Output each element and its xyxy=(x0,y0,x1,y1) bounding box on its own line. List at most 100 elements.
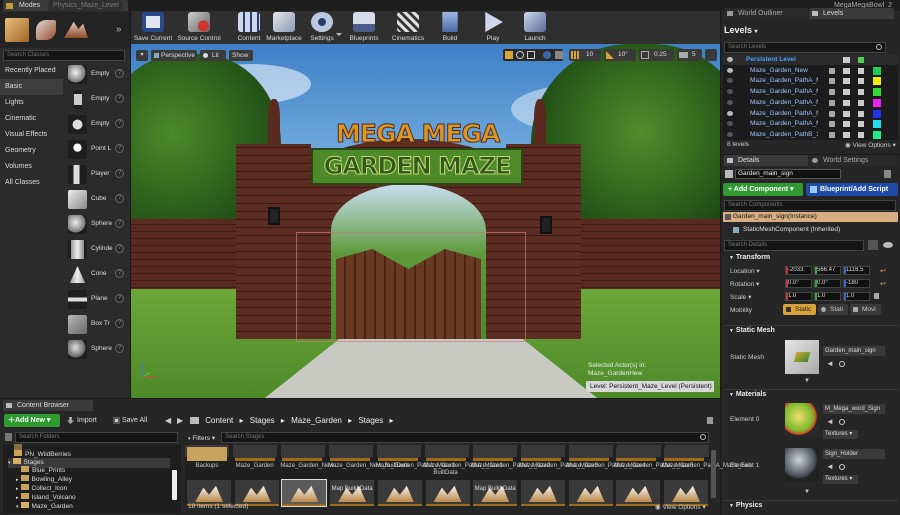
help-icon[interactable]: ? xyxy=(115,219,124,228)
lock-icon[interactable] xyxy=(829,67,835,74)
property-matrix-icon[interactable] xyxy=(868,240,878,250)
save-level-icon[interactable] xyxy=(843,131,850,138)
place-item-empty-pawn[interactable]: Empty? xyxy=(68,113,126,137)
help-icon[interactable]: ? xyxy=(115,119,124,128)
scale-x-field[interactable]: 1.0 xyxy=(785,292,812,301)
search-levels-input[interactable]: Search Levels xyxy=(724,42,886,53)
edit-level-icon[interactable] xyxy=(858,57,864,63)
location-dropdown[interactable]: Location ▾ xyxy=(730,267,760,275)
visibility-eye-icon[interactable] xyxy=(727,67,733,73)
asset-tile[interactable]: Maze_Garden_PathA_Maze_Exit xyxy=(662,447,751,470)
play-button[interactable]: Play xyxy=(471,12,515,46)
source-control-button[interactable]: Source Control xyxy=(177,12,221,46)
visibility-eye-icon[interactable] xyxy=(727,89,733,95)
level-color-swatch[interactable] xyxy=(873,130,881,139)
tab-world-settings[interactable]: World Settings xyxy=(809,155,897,166)
scale-tool-icon[interactable] xyxy=(527,51,535,59)
component-instance-row[interactable]: Garden_main_sign(Instance) xyxy=(723,212,898,222)
level-viewport[interactable]: MEGA MEGA GARDEN MAZE xyxy=(131,44,720,398)
place-item-box-trigger[interactable]: Box Tr? xyxy=(68,313,126,337)
reset-rotation-icon[interactable]: ↩ xyxy=(880,280,886,288)
transform-section-header[interactable]: ▼ Transform xyxy=(723,253,898,263)
physics-section-header[interactable]: ▼ Physics xyxy=(723,500,898,510)
visibility-eye-icon[interactable] xyxy=(727,99,733,105)
asset-tile[interactable]: Maze_Garden_PathA_Maze1 xyxy=(376,447,455,470)
help-icon[interactable]: ? xyxy=(115,319,124,328)
scale-y-field[interactable]: 1.0 xyxy=(814,292,841,301)
asset-tile[interactable] xyxy=(520,480,565,506)
rotate-tool-icon[interactable] xyxy=(516,51,524,59)
asset-tile[interactable]: Map Build Data xyxy=(473,480,518,506)
lock-icon[interactable] xyxy=(829,89,835,96)
history-back-icon[interactable]: ◀ xyxy=(165,416,171,425)
place-item-empty-actor[interactable]: Empty? xyxy=(68,63,126,87)
tab-world-outliner[interactable]: World Outliner xyxy=(724,8,808,19)
visibility-eye-icon[interactable] xyxy=(727,57,733,62)
element1-thumbnail[interactable] xyxy=(785,448,819,482)
mobility-movable-button[interactable]: Movi xyxy=(850,304,881,315)
rotation-z-field[interactable]: -180 xyxy=(843,279,870,288)
details-eye-icon[interactable] xyxy=(883,242,893,248)
asset-tile[interactable] xyxy=(616,480,661,506)
viewport-options-arrow[interactable]: ▾ xyxy=(136,50,148,61)
lock-icon[interactable] xyxy=(829,131,835,138)
asset-tile[interactable] xyxy=(377,480,422,506)
asset-tile[interactable]: Map Build Data xyxy=(330,480,375,506)
mobility-stationary-button[interactable]: Stati xyxy=(818,304,848,315)
lit-button[interactable]: Lit xyxy=(200,50,226,61)
level-row[interactable]: Maze_Garden_PathA_M xyxy=(724,76,896,87)
save-level-icon[interactable] xyxy=(843,121,850,128)
show-button[interactable]: Show xyxy=(229,50,253,61)
search-folders-input[interactable]: Search Folders xyxy=(15,432,178,443)
help-icon[interactable]: ? xyxy=(115,344,124,353)
camera-speed-button[interactable]: 5 xyxy=(677,49,702,61)
help-icon[interactable]: ? xyxy=(115,94,124,103)
translate-tool-icon[interactable] xyxy=(505,51,513,59)
materials-section-header[interactable]: ▼ Materials xyxy=(723,389,898,399)
asset-tile[interactable]: Maze_Garden_PathA_Maze5 xyxy=(614,447,693,470)
sources-panel-toggle-icon[interactable] xyxy=(5,433,12,441)
lock-icon[interactable] xyxy=(829,99,835,106)
level-color-swatch[interactable] xyxy=(873,120,881,129)
edit-level-icon[interactable] xyxy=(858,110,864,117)
element1-combo[interactable]: Sign_Holder xyxy=(823,449,885,459)
save-all-button[interactable]: Save All xyxy=(111,414,159,427)
level-color-swatch[interactable] xyxy=(873,98,881,107)
search-assets-input[interactable]: Search Stages xyxy=(221,432,709,443)
breadcrumb-maze-garden[interactable]: Maze_Garden xyxy=(291,416,342,425)
grid-snap-button[interactable]: 10 xyxy=(569,49,601,61)
place-item-plane[interactable]: Plane? xyxy=(68,288,126,312)
lock-selection-icon[interactable] xyxy=(884,170,891,178)
lock-icon[interactable] xyxy=(829,78,835,85)
surface-snap-icon[interactable] xyxy=(555,51,563,59)
add-new-button[interactable]: ＋Add New ▾ xyxy=(4,414,60,427)
category-volumes[interactable]: Volumes xyxy=(0,159,63,175)
tab-level[interactable]: Physics_Maze_Level xyxy=(48,0,123,11)
browse-asset-search-icon[interactable] xyxy=(839,361,845,367)
asset-grid-scrollbar[interactable] xyxy=(711,450,716,498)
edit-level-icon[interactable] xyxy=(858,89,864,96)
perspective-button[interactable]: Perspective xyxy=(151,50,197,61)
place-item-empty-character[interactable]: Empty? xyxy=(68,88,126,112)
save-level-icon[interactable] xyxy=(843,99,850,106)
search-classes-input[interactable]: Search Classes xyxy=(3,50,125,61)
element1-textures-dropdown[interactable]: Textures ▾ xyxy=(823,475,858,484)
mobility-static-button[interactable]: Static xyxy=(783,304,816,315)
level-row[interactable]: Maze_Garden_PathB_1 xyxy=(724,130,896,141)
import-button[interactable]: Import xyxy=(65,414,107,427)
search-details-input[interactable]: Search Details xyxy=(724,240,864,251)
help-icon[interactable]: ? xyxy=(115,69,124,78)
folder-item[interactable]: ▾ Maze_Garden xyxy=(16,502,73,512)
build-button[interactable]: Build xyxy=(428,12,472,46)
more-modes-chevron-icon[interactable]: » xyxy=(116,24,122,35)
element0-textures-dropdown[interactable]: Textures ▾ xyxy=(823,430,858,439)
edit-level-icon[interactable] xyxy=(858,99,864,106)
use-selected-arrow-icon[interactable]: ◄ xyxy=(826,462,834,471)
reset-location-icon[interactable]: ↩ xyxy=(880,267,886,275)
edit-level-icon[interactable] xyxy=(858,67,864,74)
help-icon[interactable]: ? xyxy=(115,144,124,153)
asset-tile[interactable] xyxy=(568,480,613,506)
maximize-viewport-icon[interactable] xyxy=(705,49,717,61)
place-item-cone[interactable]: Cone? xyxy=(68,263,126,287)
save-level-icon[interactable] xyxy=(843,89,850,96)
